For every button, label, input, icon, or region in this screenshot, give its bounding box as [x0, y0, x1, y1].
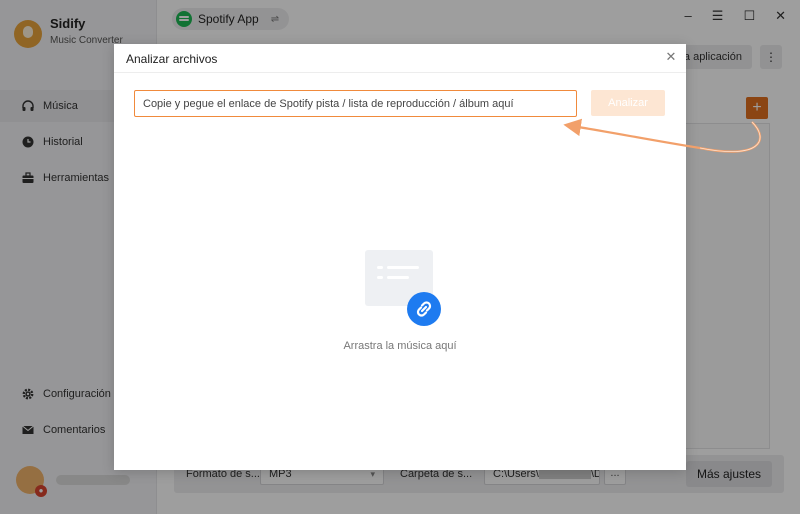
- analyze-button[interactable]: Analizar: [591, 90, 665, 116]
- link-icon: [407, 292, 441, 326]
- close-icon[interactable]: ✕: [664, 50, 678, 64]
- dialog-header: Analizar archivos ✕: [114, 44, 686, 73]
- dialog-title: Analizar archivos: [126, 52, 218, 66]
- analyze-dialog: Analizar archivos ✕ Analizar Arrastra la…: [114, 44, 686, 470]
- spotify-link-input[interactable]: [134, 90, 577, 117]
- drop-zone-illustration: [365, 250, 445, 326]
- drop-zone-label: Arrastra la música aquí: [343, 340, 457, 352]
